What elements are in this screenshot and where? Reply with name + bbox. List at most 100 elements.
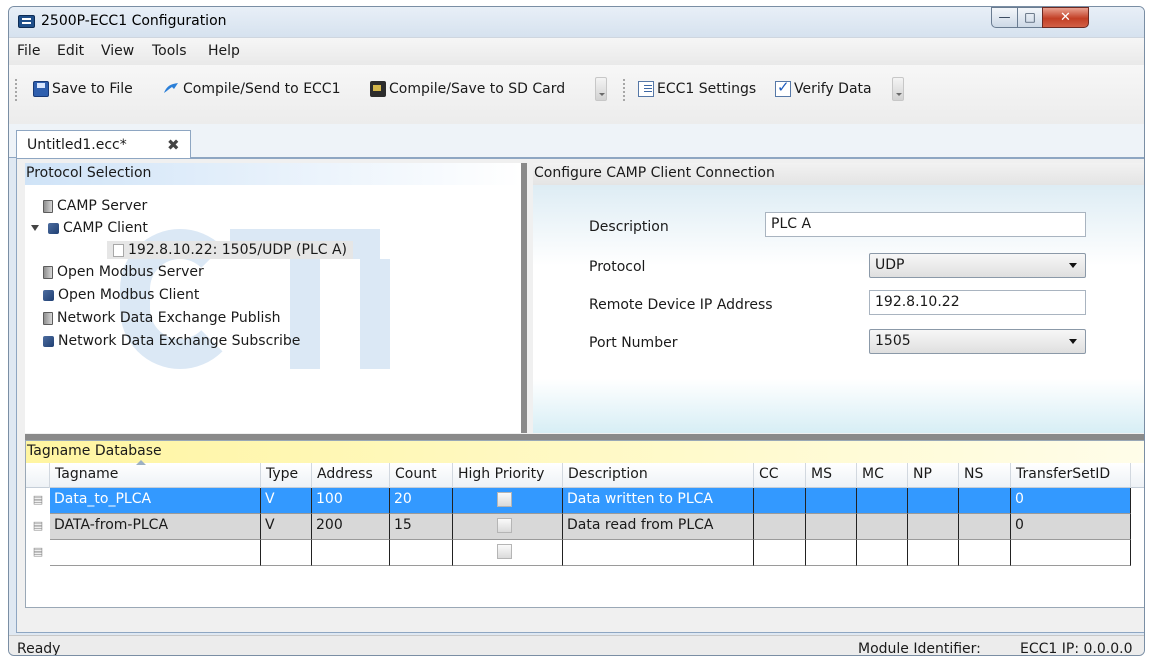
- cell-count[interactable]: [390, 540, 453, 566]
- protocol-select-value: UDP: [875, 257, 905, 273]
- description-label: Description: [589, 219, 669, 235]
- settings-list-icon: [638, 81, 654, 97]
- cell-description[interactable]: Data written to PLCA: [563, 488, 754, 514]
- protocol-label: Protocol: [589, 259, 646, 275]
- high-priority-checkbox[interactable]: [497, 544, 512, 559]
- cell-mc[interactable]: [857, 540, 908, 566]
- column-header-mc[interactable]: MC: [857, 463, 908, 488]
- cell-ns[interactable]: [959, 540, 1011, 566]
- compile-save-sd-button[interactable]: Compile/Save to SD Card: [370, 77, 565, 101]
- cell-high-priority[interactable]: [453, 514, 563, 540]
- cell-np[interactable]: [908, 514, 959, 540]
- column-header-tagname[interactable]: Tagname: [50, 460, 261, 488]
- toolbar-grip[interactable]: [15, 79, 18, 101]
- ecc1-settings-label: ECC1 Settings: [657, 81, 757, 97]
- cell-high-priority[interactable]: [453, 540, 563, 566]
- menu-help[interactable]: Help: [208, 43, 240, 59]
- column-header-transfersetid[interactable]: TransferSetID: [1011, 463, 1131, 488]
- cell-mc[interactable]: [857, 488, 908, 514]
- cell-ms[interactable]: [806, 540, 857, 566]
- description-field[interactable]: PLC A: [765, 212, 1086, 237]
- ip-address-field[interactable]: 192.8.10.22: [869, 290, 1086, 315]
- column-header-ms[interactable]: MS: [806, 463, 857, 488]
- cell-description[interactable]: Data read from PLCA: [563, 514, 754, 540]
- ecc1-settings-button[interactable]: ECC1 Settings: [638, 77, 756, 101]
- tree-item-open-modbus-server[interactable]: Open Modbus Server: [43, 264, 204, 280]
- tab-untitled1[interactable]: Untitled1.ecc* ✖: [16, 130, 191, 159]
- tree-item-connection-plc-a[interactable]: 192.8.10.22: 1505/UDP (PLC A): [107, 241, 354, 259]
- app-logo-icon: [18, 15, 35, 28]
- cell-high-priority[interactable]: [453, 488, 563, 514]
- port-select-value: 1505: [875, 333, 911, 349]
- expand-arrow-icon[interactable]: [31, 225, 39, 231]
- client-icon: [43, 289, 54, 301]
- select-all-corner[interactable]: [26, 463, 50, 488]
- cell-description[interactable]: [563, 540, 754, 566]
- cell-cc[interactable]: [754, 514, 806, 540]
- cell-type[interactable]: [261, 540, 312, 566]
- column-header-ns[interactable]: NS: [959, 463, 1011, 488]
- column-header-description[interactable]: Description: [563, 463, 754, 488]
- cell-ns[interactable]: [959, 514, 1011, 540]
- tree-item-open-modbus-client[interactable]: Open Modbus Client: [43, 287, 199, 303]
- cell-cc[interactable]: [754, 488, 806, 514]
- cell-transfersetid[interactable]: 0: [1011, 488, 1131, 514]
- cell-mc[interactable]: [857, 514, 908, 540]
- toolbar-grip-2[interactable]: [623, 79, 626, 101]
- menu-view[interactable]: View: [101, 43, 134, 59]
- cell-transfersetid[interactable]: [1011, 540, 1131, 566]
- protocol-select[interactable]: UDP: [869, 253, 1086, 278]
- high-priority-checkbox[interactable]: [497, 518, 512, 533]
- toolbar-overflow-button[interactable]: [595, 77, 607, 101]
- cell-ms[interactable]: [806, 488, 857, 514]
- window-title: 2500P-ECC1 Configuration: [41, 13, 227, 29]
- column-header-high-priority[interactable]: High Priority: [453, 463, 563, 488]
- cell-cc[interactable]: [754, 540, 806, 566]
- column-header-np[interactable]: NP: [908, 463, 959, 488]
- column-label: Tagname: [55, 466, 119, 482]
- tab-close-icon[interactable]: ✖: [167, 136, 180, 154]
- column-header-address[interactable]: Address: [312, 463, 390, 488]
- compile-send-button[interactable]: Compile/Send to ECC1: [162, 77, 341, 101]
- maximize-button[interactable]: □: [1017, 7, 1043, 28]
- menu-tools[interactable]: Tools: [152, 43, 187, 59]
- cell-tagname[interactable]: Data_to_PLCA: [50, 488, 261, 514]
- tree-item-camp-client[interactable]: CAMP Client: [31, 220, 148, 236]
- cell-address[interactable]: 200: [312, 514, 390, 540]
- cell-transfersetid[interactable]: 0: [1011, 514, 1131, 540]
- column-header-count[interactable]: Count: [390, 463, 453, 488]
- column-header-type[interactable]: Type: [261, 463, 312, 488]
- protocol-selection-header: Protocol Selection: [25, 163, 521, 185]
- save-to-file-button[interactable]: Save to File: [33, 77, 133, 101]
- cell-np[interactable]: [908, 540, 959, 566]
- tree-item-nde-publish[interactable]: Network Data Exchange Publish: [43, 310, 281, 326]
- menu-file[interactable]: File: [17, 43, 40, 59]
- row-header-icon[interactable]: ▤: [26, 514, 50, 540]
- grid-column-headers: Tagname Type Address Count High Priority…: [26, 460, 1144, 488]
- cell-type[interactable]: V: [261, 488, 312, 514]
- cell-address[interactable]: 100: [312, 488, 390, 514]
- minimize-button[interactable]: —: [991, 7, 1018, 28]
- toolbar-overflow-button-2[interactable]: [892, 77, 904, 101]
- tree-item-nde-subscribe[interactable]: Network Data Exchange Subscribe: [43, 333, 300, 349]
- configure-connection-pane: Configure CAMP Client Connection Descrip…: [533, 163, 1144, 433]
- ip-address-label: Remote Device IP Address: [589, 297, 773, 313]
- cell-type[interactable]: V: [261, 514, 312, 540]
- menu-edit[interactable]: Edit: [57, 43, 84, 59]
- row-header-icon[interactable]: ▤: [26, 488, 50, 514]
- tree-item-camp-server[interactable]: CAMP Server: [43, 198, 147, 214]
- column-header-cc[interactable]: CC: [754, 463, 806, 488]
- verify-data-button[interactable]: Verify Data: [775, 77, 872, 101]
- cell-tagname[interactable]: DATA-from-PLCA: [50, 514, 261, 540]
- row-header-icon[interactable]: ▤: [26, 540, 50, 566]
- cell-np[interactable]: [908, 488, 959, 514]
- cell-count[interactable]: 20: [390, 488, 453, 514]
- high-priority-checkbox[interactable]: [497, 492, 512, 507]
- cell-ms[interactable]: [806, 514, 857, 540]
- cell-tagname[interactable]: [50, 540, 261, 566]
- port-number-select[interactable]: 1505: [869, 329, 1086, 354]
- cell-ns[interactable]: [959, 488, 1011, 514]
- cell-address[interactable]: [312, 540, 390, 566]
- cell-count[interactable]: 15: [390, 514, 453, 540]
- close-window-button[interactable]: ✕: [1042, 7, 1089, 28]
